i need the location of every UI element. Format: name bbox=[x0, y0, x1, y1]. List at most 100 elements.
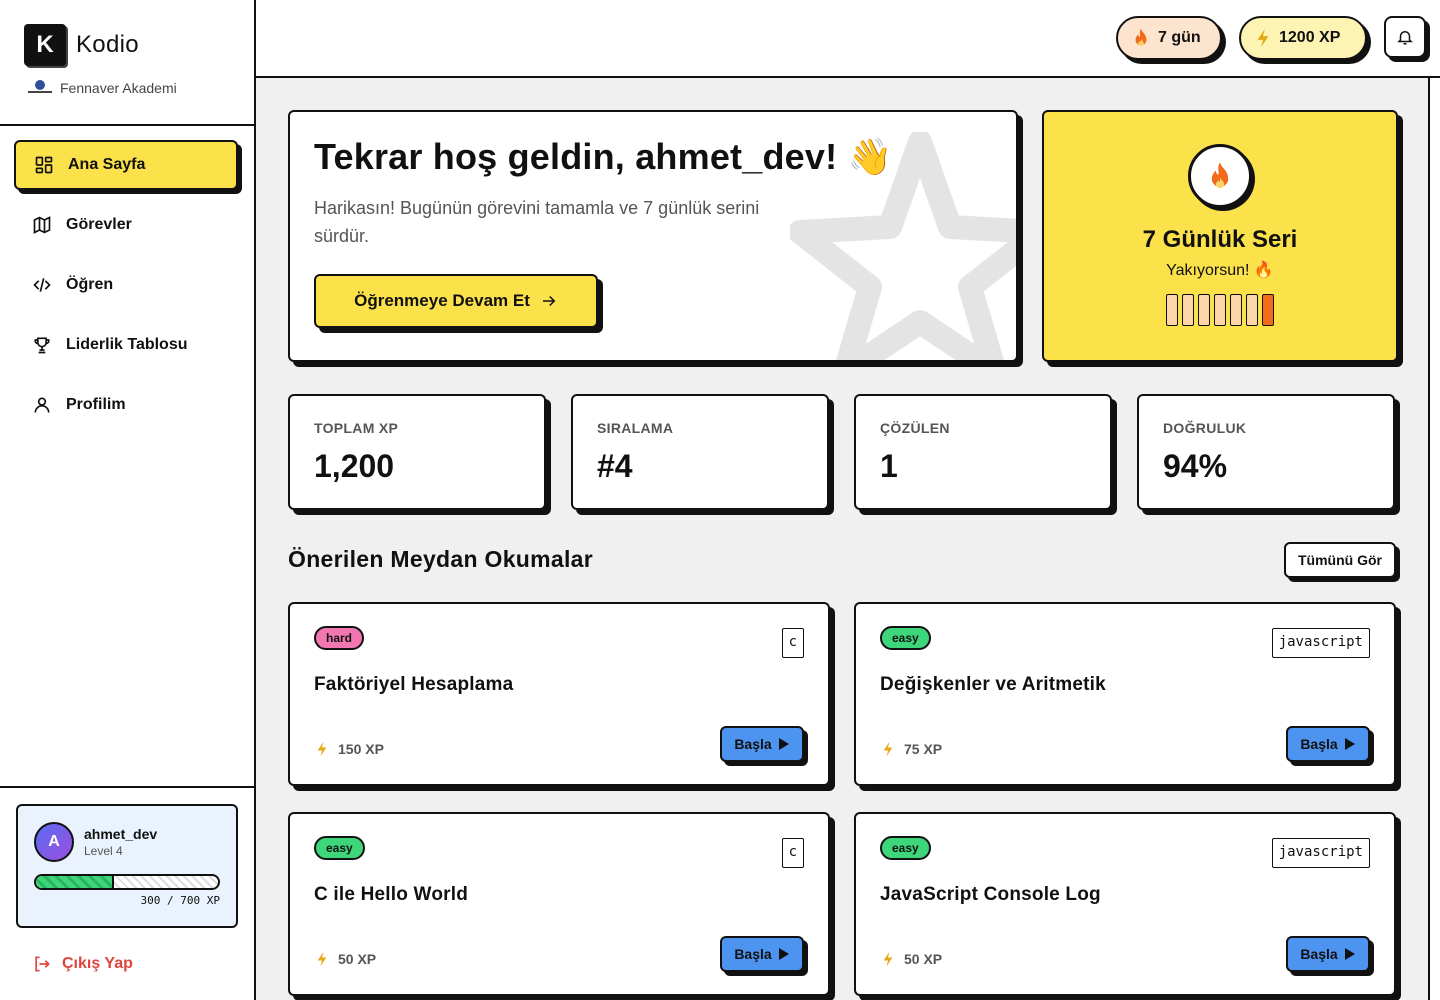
sidebar-item-label: Profilim bbox=[66, 396, 126, 413]
welcome-card: Tekrar hoş geldin, ahmet_dev! 👋 Harikası… bbox=[288, 110, 1018, 362]
logout-label: Çıkış Yap bbox=[62, 955, 133, 972]
brand-name: Kodio bbox=[76, 31, 139, 58]
start-label: Başla bbox=[1300, 946, 1338, 962]
xp-progress-bar bbox=[34, 874, 220, 890]
scrollbar[interactable] bbox=[1428, 78, 1440, 1000]
streak-day bbox=[1182, 294, 1194, 326]
welcome-title: Tekrar hoş geldin, ahmet_dev! 👋 bbox=[314, 136, 893, 177]
sidebar-item-tasks[interactable]: Görevler bbox=[14, 200, 238, 250]
main-content: Tekrar hoş geldin, ahmet_dev! 👋 Harikası… bbox=[256, 78, 1428, 1000]
xp-pill-text: 1200 XP bbox=[1279, 29, 1341, 46]
reward: 50 XP bbox=[880, 951, 942, 967]
stat-value: 1 bbox=[880, 448, 898, 484]
challenge-footer: 150 XP Başla bbox=[314, 726, 804, 762]
sidebar-item-learn[interactable]: Öğren bbox=[14, 260, 238, 310]
difficulty-badge: easy bbox=[880, 626, 931, 650]
lightning-icon bbox=[883, 741, 893, 757]
logout-button[interactable]: Çıkış Yap bbox=[32, 954, 238, 974]
difficulty-badge: easy bbox=[880, 836, 931, 860]
xp-progress-fill bbox=[36, 876, 115, 888]
sidebar-nav: Ana Sayfa Görevler Öğren Liderlik Tablos… bbox=[0, 126, 254, 430]
challenge-footer: 75 XP Başla bbox=[880, 726, 1370, 762]
stat-rank: SIRALAMA #4 bbox=[571, 394, 829, 510]
streak-day bbox=[1262, 294, 1274, 326]
streak-pill-text: 7 gün bbox=[1158, 29, 1201, 46]
challenge-title: Değişkenler ve Aritmetik bbox=[880, 674, 1106, 695]
streak-pill[interactable]: 7 gün bbox=[1116, 16, 1222, 60]
user-name: ahmet_dev bbox=[84, 826, 158, 842]
stat-accuracy: DOĞRULUK 94% bbox=[1137, 394, 1395, 510]
challenge-footer: 50 XP Başla bbox=[880, 936, 1370, 972]
difficulty-badge: easy bbox=[314, 836, 365, 860]
reward-text: 150 XP bbox=[338, 741, 384, 757]
stat-solved: ÇÖZÜLEN 1 bbox=[854, 394, 1112, 510]
sidebar: K Kodio Fennaver Akademi Ana Sayfa Görev… bbox=[0, 0, 256, 1000]
sidebar-item-leaderboard[interactable]: Liderlik Tablosu bbox=[14, 320, 238, 370]
start-label: Başla bbox=[1300, 736, 1338, 752]
challenge-footer: 50 XP Başla bbox=[314, 936, 804, 972]
reward: 50 XP bbox=[314, 951, 376, 967]
sidebar-item-label: Görevler bbox=[66, 216, 132, 233]
start-button[interactable]: Başla bbox=[720, 726, 804, 762]
challenge-card[interactable]: easy javascript Değişkenler ve Aritmetik… bbox=[854, 602, 1396, 786]
sidebar-item-label: Öğren bbox=[66, 276, 114, 293]
user-card[interactable]: A ahmet_dev Level 4 300 / 700 XP bbox=[16, 804, 238, 928]
reward: 75 XP bbox=[880, 741, 942, 757]
challenge-card[interactable]: easy javascript JavaScript Console Log 5… bbox=[854, 812, 1396, 996]
lightning-icon bbox=[317, 951, 327, 967]
language-tag: javascript bbox=[1271, 628, 1370, 658]
reward-text: 50 XP bbox=[338, 951, 377, 967]
sidebar-item-home[interactable]: Ana Sayfa bbox=[14, 140, 238, 190]
sidebar-item-profile[interactable]: Profilim bbox=[14, 380, 238, 430]
challenge-title: JavaScript Console Log bbox=[880, 884, 1101, 905]
streak-card: 7 Günlük Seri Yakıyorsun! 🔥 bbox=[1042, 110, 1398, 362]
logout-icon bbox=[35, 956, 50, 972]
streak-day bbox=[1198, 294, 1210, 326]
brand-row[interactable]: K Kodio bbox=[24, 24, 230, 66]
brand-logo: K bbox=[24, 24, 66, 66]
stat-value: 1,200 bbox=[314, 448, 395, 484]
challenge-title: Faktöriyel Hesaplama bbox=[314, 674, 514, 695]
challenge-card[interactable]: hard c Faktöriyel Hesaplama 150 XP Başla bbox=[288, 602, 830, 786]
play-icon bbox=[1344, 948, 1355, 960]
difficulty-badge: hard bbox=[314, 626, 365, 650]
start-label: Başla bbox=[734, 946, 772, 962]
start-button[interactable]: Başla bbox=[1286, 936, 1370, 972]
avatar: A bbox=[34, 822, 74, 862]
continue-learning-button[interactable]: Öğrenmeye Devam Et bbox=[314, 274, 598, 328]
lightning-icon bbox=[317, 741, 327, 757]
xp-progress-text: 300 / 700 XP bbox=[140, 894, 220, 907]
lightning-icon bbox=[1257, 28, 1269, 48]
start-button[interactable]: Başla bbox=[720, 936, 804, 972]
xp-pill[interactable]: 1200 XP bbox=[1239, 16, 1367, 60]
streak-day bbox=[1214, 294, 1226, 326]
map-icon bbox=[33, 216, 51, 234]
arrow-right-icon bbox=[542, 295, 556, 307]
sidebar-item-label: Ana Sayfa bbox=[68, 156, 146, 173]
play-icon bbox=[778, 738, 789, 750]
streak-subtitle: Yakıyorsun! 🔥 bbox=[1166, 262, 1274, 279]
language-tag: c bbox=[781, 628, 804, 658]
play-icon bbox=[778, 948, 789, 960]
user-icon bbox=[34, 397, 50, 413]
challenge-card[interactable]: easy c C ile Hello World 50 XP Başla bbox=[288, 812, 830, 996]
see-all-button[interactable]: Tümünü Gör bbox=[1284, 542, 1396, 578]
org-name: Fennaver Akademi bbox=[60, 80, 177, 96]
sidebar-footer: A ahmet_dev Level 4 300 / 700 XP Çıkış Y… bbox=[0, 786, 254, 1000]
brand-header: K Kodio Fennaver Akademi bbox=[0, 0, 254, 126]
org-row: Fennaver Akademi bbox=[28, 80, 230, 96]
language-tag: javascript bbox=[1271, 838, 1370, 868]
streak-day bbox=[1166, 294, 1178, 326]
start-button[interactable]: Başla bbox=[1286, 726, 1370, 762]
notifications-button[interactable] bbox=[1384, 16, 1426, 58]
top-bar: 7 gün 1200 XP bbox=[256, 0, 1440, 78]
flame-icon bbox=[1211, 162, 1229, 189]
stat-label: SIRALAMA bbox=[597, 420, 674, 436]
trophy-icon bbox=[34, 337, 50, 354]
stat-total-xp: TOPLAM XP 1,200 bbox=[288, 394, 546, 510]
streak-title: 7 Günlük Seri bbox=[1142, 226, 1298, 253]
user-level: Level 4 bbox=[84, 844, 123, 858]
grid-icon bbox=[35, 156, 53, 174]
challenge-title: C ile Hello World bbox=[314, 884, 469, 905]
sidebar-item-label: Liderlik Tablosu bbox=[66, 336, 188, 353]
